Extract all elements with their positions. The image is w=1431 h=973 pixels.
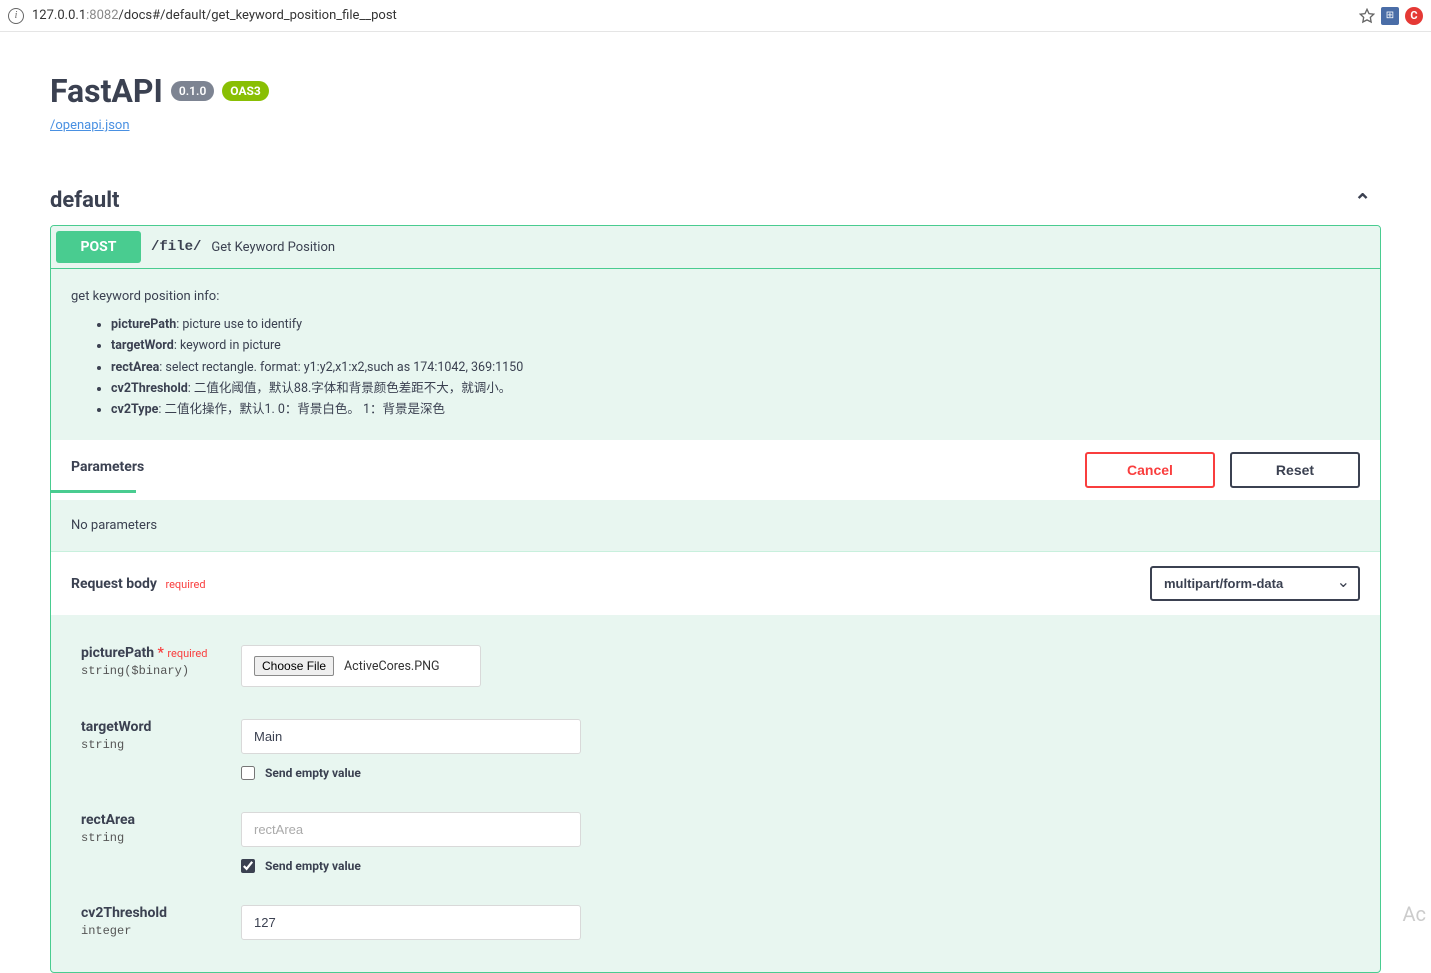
version-badge: 0.1.0: [171, 81, 214, 101]
selected-file-name: ActiveCores.PNG: [344, 659, 440, 674]
description-text: get keyword position info:: [71, 289, 219, 304]
section-default[interactable]: default ⌃: [50, 188, 1381, 213]
description-list: picturePath: picture use to identify tar…: [111, 314, 1360, 420]
info-icon: i: [8, 8, 24, 24]
desc-item: cv2Threshold: 二值化阈值，默认88.字体和背景颜色差距不大，就调小…: [111, 378, 1360, 399]
operation-summary-text: Get Keyword Position: [211, 240, 335, 255]
field-cv2threshold: cv2Threshold integer: [81, 905, 1360, 940]
operation-path: /file/: [151, 239, 201, 255]
section-name-label: default: [50, 188, 120, 213]
checkbox-icon[interactable]: [241, 859, 255, 873]
param-type-label: string($binary): [81, 664, 241, 678]
targetword-input[interactable]: [241, 719, 581, 754]
browser-red-icon[interactable]: C: [1405, 7, 1423, 25]
desc-item: targetWord: keyword in picture: [111, 335, 1360, 356]
param-name-label: targetWord: [81, 719, 241, 735]
field-rectarea: rectArea string Send empty value: [81, 812, 1360, 873]
param-type-label: string: [81, 831, 241, 845]
cancel-button[interactable]: Cancel: [1085, 452, 1215, 488]
choose-file-button[interactable]: Choose File: [254, 656, 334, 676]
url-port: :8082: [86, 8, 118, 23]
openapi-link[interactable]: /openapi.json: [50, 118, 1381, 133]
url-path: /docs#/default/get_keyword_position_file…: [119, 8, 397, 23]
field-targetword: targetWord string Send empty value: [81, 719, 1360, 780]
request-body-title: Request body required: [71, 576, 206, 592]
file-input[interactable]: Choose File ActiveCores.PNG: [241, 645, 481, 687]
param-name-label: cv2Threshold: [81, 905, 241, 921]
parameters-header: Parameters Cancel Reset: [51, 440, 1380, 500]
url-display[interactable]: 127.0.0.1:8082/docs#/default/get_keyword…: [32, 8, 1351, 23]
api-title: FastAPI: [50, 72, 163, 110]
no-parameters-label: No parameters: [51, 500, 1380, 551]
favorite-icon[interactable]: [1359, 8, 1375, 24]
parameters-title: Parameters: [71, 459, 144, 481]
send-empty-checkbox[interactable]: Send empty value: [241, 859, 581, 873]
method-badge: POST: [56, 231, 141, 263]
request-body-fields: picturePath * required string($binary) C…: [51, 615, 1380, 940]
operation-description: get keyword position info: picturePath: …: [51, 269, 1380, 440]
cv2threshold-input[interactable]: [241, 905, 581, 940]
checkbox-icon[interactable]: [241, 766, 255, 780]
param-type-label: integer: [81, 924, 241, 938]
chevron-up-icon: ⌃: [1354, 189, 1371, 213]
desc-item: cv2Type: 二值化操作，默认1. 0：背景白色。 1：背景是深色: [111, 399, 1360, 420]
desc-item: picturePath: picture use to identify: [111, 314, 1360, 335]
request-body-header: Request body required multipart/form-dat…: [51, 551, 1380, 615]
field-picturepath: picturePath * required string($binary) C…: [81, 645, 1360, 687]
content-type-select[interactable]: multipart/form-data: [1150, 566, 1360, 601]
send-empty-checkbox[interactable]: Send empty value: [241, 766, 581, 780]
param-type-label: string: [81, 738, 241, 752]
extension-icon[interactable]: ⊞: [1381, 7, 1399, 25]
param-name-label: rectArea: [81, 812, 241, 828]
url-host: 127.0.0.1: [32, 8, 86, 23]
param-name-label: picturePath * required: [81, 645, 241, 661]
operation-summary[interactable]: POST /file/ Get Keyword Position: [51, 226, 1380, 269]
operation-block: POST /file/ Get Keyword Position get key…: [50, 225, 1381, 973]
oas-badge: OAS3: [222, 81, 269, 101]
rectarea-input[interactable]: [241, 812, 581, 847]
required-label: required: [165, 578, 205, 591]
reset-button[interactable]: Reset: [1230, 452, 1360, 488]
desc-item: rectArea: select rectangle. format: y1:y…: [111, 357, 1360, 378]
api-header: FastAPI 0.1.0 OAS3: [50, 72, 1381, 110]
browser-address-bar: i 127.0.0.1:8082/docs#/default/get_keywo…: [0, 0, 1431, 32]
